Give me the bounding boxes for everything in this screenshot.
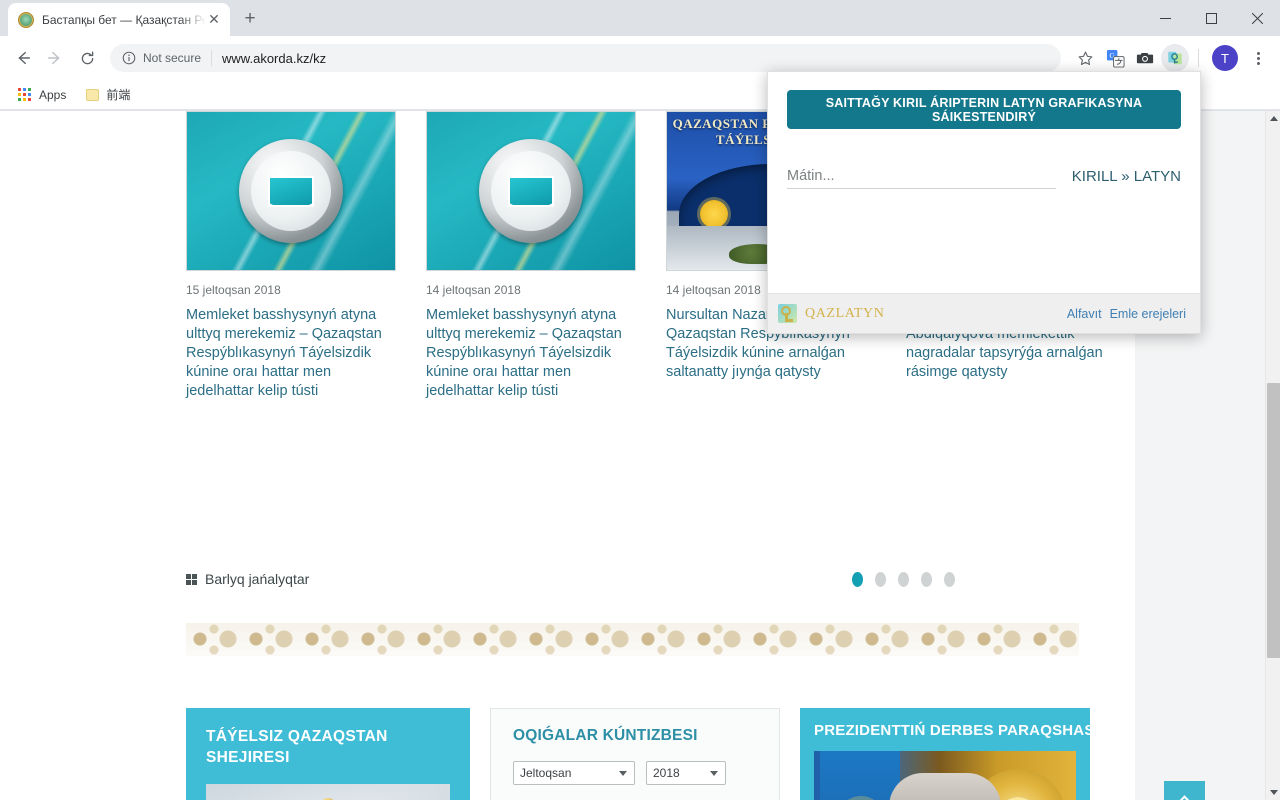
new-tab-button[interactable]: + (236, 5, 264, 33)
grid-icon (186, 573, 197, 585)
bookmark-label: 前端 (106, 88, 131, 102)
reload-icon[interactable] (72, 43, 102, 73)
widget-events-calendar: OQIǴALAR KÚNTIZBESI Jeltoqsan 2018 (490, 708, 780, 800)
folder-icon (86, 88, 100, 101)
year-value: 2018 (653, 766, 680, 780)
widget-president-page[interactable]: PREZIDENTTIŃ DERBES PARAQSHASY (800, 708, 1090, 800)
scroll-to-top-button[interactable] (1164, 781, 1205, 800)
tab-strip: Бастапқы бет — Қазақстан Респ ✕ + (0, 0, 1280, 36)
all-news-label: Barlyq jańalyqtar (205, 571, 310, 587)
browser-tab[interactable]: Бастапқы бет — Қазақстан Респ ✕ (8, 3, 230, 36)
carousel-dot[interactable] (944, 572, 955, 587)
envelope-icon (508, 175, 554, 207)
news-card[interactable]: 14 jeltoqsan 2018 Memleket basshysynyń a… (426, 111, 636, 401)
all-news-link[interactable]: Barlyq jańalyqtar (186, 571, 309, 587)
kebab-menu-icon[interactable] (1244, 44, 1272, 72)
news-title[interactable]: Memleket basshysynyń atyna ulttyq mereke… (186, 306, 396, 401)
bookmark-apps[interactable]: Apps (10, 85, 74, 105)
close-icon[interactable]: ✕ (206, 12, 222, 28)
carousel-dot[interactable] (875, 572, 886, 587)
text-input-wrapper (787, 163, 1056, 189)
envelope-thumbnail (187, 112, 395, 270)
calendar-title: OQIǴALAR KÚNTIZBESI (513, 727, 698, 744)
bookmark-folder[interactable]: 前端 (78, 83, 138, 106)
widget-shejire[interactable]: TÁÝELSIZ QAZAQSTAN SHEJIRESI (186, 708, 470, 800)
emle-erejeleri-link[interactable]: Emle erejeleri (1110, 307, 1186, 321)
security-label: Not secure (143, 51, 202, 65)
convert-site-button[interactable]: SAITTAĞY KIRIL ÁRIPTERIN LATYN GRAFIKASY… (787, 90, 1181, 129)
envelope-thumbnail (427, 112, 635, 270)
news-date: 15 jeltoqsan 2018 (186, 283, 281, 297)
toolbar-divider (1198, 49, 1199, 67)
qazlatyn-extension-icon[interactable] (1161, 44, 1189, 72)
carousel-dot[interactable] (852, 572, 863, 587)
chevron-up-icon (1175, 794, 1194, 800)
news-title[interactable]: Memleket basshysynyń atyna ulttyq mereke… (426, 306, 636, 401)
scroll-down-arrow-icon[interactable] (1266, 785, 1280, 800)
qazlatyn-logo-icon (778, 304, 797, 323)
text-input[interactable] (787, 163, 1056, 189)
bookmark-label: Apps (39, 87, 67, 102)
tab-title: Бастапқы бет — Қазақстан Респ (42, 12, 206, 27)
widget-title: TÁÝELSIZ QAZAQSTAN SHEJIRESI (206, 728, 388, 766)
news-card[interactable]: 15 jeltoqsan 2018 Memleket basshysynyń a… (186, 111, 396, 401)
news-thumbnail[interactable] (426, 111, 636, 271)
kazakhstan-emblem-favicon (18, 11, 34, 28)
carousel-dot[interactable] (898, 572, 909, 587)
popup-footer: QAZLATYN Alfavıt Emle erejeleri (768, 293, 1200, 333)
news-date: 14 jeltoqsan 2018 (426, 283, 521, 297)
chevron-down-icon (710, 771, 718, 776)
apps-grid-icon (18, 87, 32, 102)
month-value: Jeltoqsan (520, 766, 572, 780)
browser-window: Бастапқы бет — Қазақстан Респ ✕ + Not se… (0, 0, 1280, 800)
avatar[interactable]: T (1212, 45, 1238, 71)
scrollbar-thumb[interactable] (1267, 383, 1280, 658)
maximize-button[interactable] (1188, 0, 1234, 36)
calendar-selects: Jeltoqsan 2018 (513, 761, 757, 785)
back-icon[interactable] (8, 43, 38, 73)
alfavit-link[interactable]: Alfavıt (1067, 307, 1102, 321)
carousel-dot[interactable] (921, 572, 932, 587)
camera-icon[interactable] (1131, 44, 1159, 72)
baiterek-photo (206, 784, 450, 800)
star-icon[interactable] (1071, 44, 1099, 72)
popup-body: SAITTAĞY KIRIL ÁRIPTERIN LATYN GRAFIKASY… (768, 72, 1200, 293)
widgets-row: TÁÝELSIZ QAZAQSTAN SHEJIRESI OQIǴALAR KÚ… (186, 708, 1090, 800)
google-translate-icon[interactable]: G (1101, 44, 1129, 72)
chevron-down-icon (619, 771, 627, 776)
minimize-button[interactable] (1142, 0, 1188, 36)
ornament-divider (186, 623, 1079, 656)
transliterate-row: KIRILL » LATYN (787, 163, 1181, 189)
president-photo (814, 751, 1076, 800)
page-scrollbar[interactable] (1265, 111, 1280, 800)
scroll-up-arrow-icon[interactable] (1266, 111, 1280, 126)
qazlatyn-brand: QAZLATYN (778, 304, 1059, 323)
address-bar[interactable]: Not secure www.akorda.kz/kz (110, 44, 1061, 72)
url-text: www.akorda.kz/kz (222, 50, 327, 66)
year-select[interactable]: 2018 (646, 761, 726, 785)
site-security-indicator[interactable]: Not secure (122, 51, 201, 65)
info-circle-icon (122, 51, 136, 65)
kirill-to-latyn-button[interactable]: KIRILL » LATYN (1072, 168, 1181, 189)
qazlatyn-extension-popup: SAITTAĞY KIRIL ÁRIPTERIN LATYN GRAFIKASY… (767, 71, 1201, 334)
omnibox-divider (211, 50, 213, 66)
forward-icon[interactable] (40, 43, 70, 73)
close-window-button[interactable] (1234, 0, 1280, 36)
envelope-icon (268, 175, 314, 207)
widget-title: PREZIDENTTIŃ DERBES PARAQSHASY (814, 722, 1090, 739)
brand-label: QAZLATYN (805, 305, 885, 321)
window-controls (1142, 0, 1280, 36)
month-select[interactable]: Jeltoqsan (513, 761, 635, 785)
news-thumbnail[interactable] (186, 111, 396, 271)
carousel-dots (852, 572, 955, 587)
toolbar-icons: G T (1071, 44, 1272, 72)
